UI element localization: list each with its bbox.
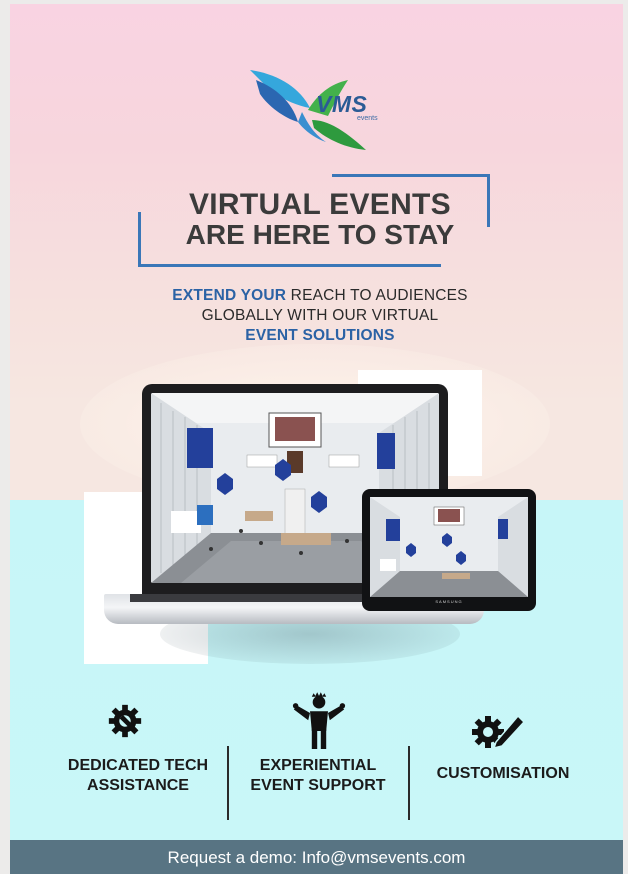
person-icon [292, 692, 346, 749]
tablet-screen-virtual-hall [370, 497, 528, 597]
feature-divider-2 [408, 746, 410, 820]
tagline-text-1: REACH TO AUDIENCES [286, 287, 468, 304]
feature-2-line2: EVENT SUPPORT [250, 777, 386, 794]
feature-customisation: CUSTOMISATION [418, 764, 588, 784]
gear-pencil-icon [472, 714, 526, 750]
tagline: EXTEND YOUR REACH TO AUDIENCES GLOBALLY … [130, 286, 510, 346]
headline-line2: ARE HERE TO STAY [185, 219, 455, 250]
brand-name: VMS [316, 91, 368, 117]
feature-1-line2: ASSISTANCE [87, 777, 189, 794]
feature-3-line1: CUSTOMISATION [436, 765, 570, 782]
feature-dedicated-tech: DEDICATED TECH ASSISTANCE [48, 756, 228, 796]
brand-sub: events [357, 115, 378, 122]
tablet-brand: SAMSUNG [435, 599, 463, 604]
headline-line1: VIRTUAL EVENTS [188, 188, 451, 221]
feature-divider-1 [227, 746, 229, 820]
poster: VMS events VIRTUAL EVENTS ARE HERE TO ST… [10, 4, 623, 874]
feature-experiential: EXPERIENTIAL EVENT SUPPORT [238, 756, 398, 796]
feature-1-line1: DEDICATED TECH [67, 757, 209, 774]
feature-2-line1: EXPERIENTIAL [259, 757, 377, 774]
footer-bar: Request a demo: Info@vmsevents.com [10, 840, 623, 874]
tagline-highlight-2: EVENT SOLUTIONS [245, 327, 395, 344]
tagline-highlight-1: EXTEND YOUR [172, 287, 287, 304]
gear-wrench-icon [108, 704, 142, 738]
request-demo-link[interactable]: Request a demo: Info@vmsevents.com [10, 848, 623, 868]
tablet: SAMSUNG [362, 489, 536, 611]
tagline-line-2: GLOBALLY WITH OUR VIRTUAL [201, 307, 439, 324]
